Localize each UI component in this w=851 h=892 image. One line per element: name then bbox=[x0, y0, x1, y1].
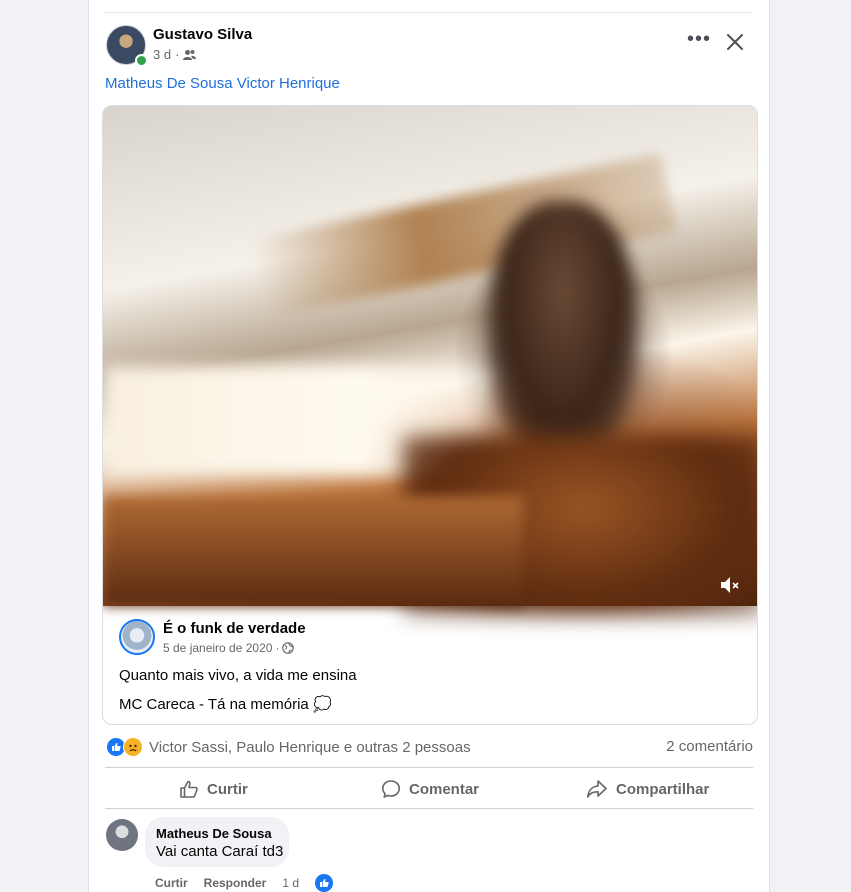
shared-post-text: MC Careca - Tá na memória 💭 bbox=[119, 696, 332, 713]
share-button[interactable]: Compartilhar bbox=[586, 775, 709, 803]
author-name[interactable]: Gustavo Silva bbox=[153, 26, 252, 43]
share-button-label: Compartilhar bbox=[616, 780, 710, 798]
comment-count[interactable]: 2 comentário bbox=[666, 738, 753, 755]
comment-button[interactable]: Comentar bbox=[381, 775, 479, 803]
shared-post-text: Quanto mais vivo, a vida me ensina bbox=[119, 667, 357, 684]
post-meta: 3 d · bbox=[153, 47, 197, 62]
globe-icon bbox=[282, 642, 295, 654]
post-card: Gustavo Silva 3 d · ••• Matheus De Sousa… bbox=[88, 0, 770, 892]
comment-time[interactable]: 1 d bbox=[282, 876, 299, 890]
page-name[interactable]: É o funk de verdade bbox=[163, 620, 306, 637]
divider bbox=[105, 767, 753, 768]
divider bbox=[105, 12, 753, 13]
close-icon[interactable] bbox=[723, 30, 747, 54]
tagged-people: Matheus De Sousa Victor Henrique bbox=[105, 75, 340, 92]
like-reaction-icon[interactable] bbox=[315, 874, 334, 892]
comment-text: Vai canta Caraí td3 bbox=[156, 843, 284, 860]
reaction-names[interactable]: Victor Sassi, Paulo Henrique e outras 2 … bbox=[149, 739, 471, 756]
divider bbox=[105, 808, 753, 809]
shared-post-meta: 5 de janeiro de 2020 · bbox=[163, 641, 295, 655]
commenter-avatar[interactable] bbox=[106, 819, 138, 851]
video-frame-part bbox=[103, 496, 523, 606]
more-options-button[interactable]: ••• bbox=[687, 29, 711, 52]
tag-link[interactable]: Victor Henrique bbox=[237, 75, 340, 92]
commenter-name[interactable]: Matheus De Sousa bbox=[156, 826, 272, 841]
shared-post: É o funk de verdade 5 de janeiro de 2020… bbox=[102, 105, 758, 725]
share-icon bbox=[587, 780, 607, 798]
video-frame-part bbox=[488, 201, 638, 461]
separator: · bbox=[175, 47, 180, 62]
comment-icon bbox=[382, 780, 400, 798]
comment-button-label: Comentar bbox=[409, 780, 480, 798]
online-status-icon bbox=[135, 54, 148, 67]
speaker-muted-icon[interactable] bbox=[719, 575, 741, 595]
friends-icon bbox=[183, 49, 197, 60]
comment-reply-link[interactable]: Responder bbox=[204, 876, 267, 890]
comment-like-link[interactable]: Curtir bbox=[155, 876, 188, 890]
separator: · bbox=[275, 641, 280, 655]
reaction-icons[interactable] bbox=[106, 737, 143, 757]
like-button[interactable]: Curtir bbox=[179, 775, 248, 803]
thumbs-up-icon bbox=[180, 780, 198, 798]
shared-post-date[interactable]: 5 de janeiro de 2020 bbox=[163, 641, 272, 655]
post-time[interactable]: 3 d bbox=[153, 47, 171, 62]
tag-link[interactable]: Matheus De Sousa bbox=[105, 75, 233, 92]
comment-actions: Curtir Responder 1 d bbox=[155, 874, 334, 892]
sad-reaction-icon bbox=[123, 737, 143, 757]
page-avatar[interactable] bbox=[119, 619, 155, 655]
video-player[interactable] bbox=[103, 106, 757, 616]
like-button-label: Curtir bbox=[207, 780, 248, 798]
